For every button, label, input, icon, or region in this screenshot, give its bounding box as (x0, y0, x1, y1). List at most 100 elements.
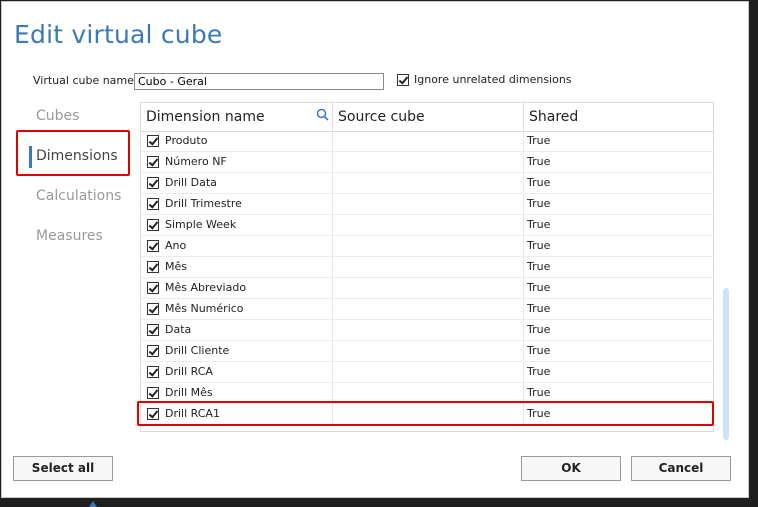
source-cube-cell (333, 194, 524, 214)
dimension-name-cell: Número NF (141, 152, 333, 172)
dimension-name: Drill Cliente (165, 344, 230, 357)
table-row[interactable]: Simple Week True (141, 215, 713, 236)
nav-item-calculations[interactable]: Calculations (36, 188, 121, 204)
grid-scrollbar[interactable] (723, 288, 729, 440)
source-cube-cell (333, 299, 524, 319)
source-cube-cell (333, 236, 524, 256)
dimensions-grid: Dimension name Source cube Shared Produt… (140, 102, 714, 432)
shared-cell: True (527, 323, 551, 336)
dimension-checkbox[interactable] (147, 156, 159, 168)
grid-body: Produto True Número NF True Drill Data True Dr… (141, 131, 713, 425)
dimension-checkbox[interactable] (147, 177, 159, 189)
search-icon[interactable] (316, 108, 329, 121)
table-row[interactable]: Drill Data True (141, 173, 713, 194)
ignore-unrelated-dimensions-option[interactable]: Ignore unrelated dimensions (397, 73, 572, 86)
dialog-title: Edit virtual cube (14, 20, 223, 49)
table-row[interactable]: Drill Trimestre True (141, 194, 713, 215)
dimension-checkbox[interactable] (147, 198, 159, 210)
dimension-checkbox[interactable] (147, 135, 159, 147)
source-cube-cell (333, 257, 524, 277)
dimension-checkbox[interactable] (147, 324, 159, 336)
shared-cell: True (527, 386, 551, 399)
table-row[interactable]: Drill RCA True (141, 362, 713, 383)
dimension-name: Ano (165, 239, 187, 252)
table-row[interactable]: Mês Abreviado True (141, 278, 713, 299)
dimension-name: Mês Numérico (165, 302, 244, 315)
dimension-checkbox[interactable] (147, 345, 159, 357)
shared-cell: True (527, 239, 551, 252)
source-cube-cell (333, 341, 524, 361)
shared-cell: True (527, 155, 551, 168)
dimension-name-cell: Simple Week (141, 215, 333, 235)
dimension-checkbox[interactable] (147, 303, 159, 315)
dimension-checkbox[interactable] (147, 261, 159, 273)
dimension-checkbox[interactable] (147, 219, 159, 231)
dimension-name: Data (165, 323, 192, 336)
background-app-icon (89, 501, 97, 507)
dimension-name: Drill Trimestre (165, 197, 242, 210)
select-all-button[interactable]: Select all (13, 456, 113, 481)
shared-cell: True (527, 176, 551, 189)
shared-cell: True (527, 302, 551, 315)
table-row[interactable]: Produto True (141, 131, 713, 152)
source-cube-cell (333, 152, 524, 172)
ignore-unrelated-checkbox[interactable] (397, 73, 409, 86)
grid-header: Dimension name Source cube Shared (141, 103, 713, 132)
source-cube-cell (333, 320, 524, 340)
source-cube-cell (333, 173, 524, 193)
dimension-name-cell: Mês Numérico (141, 299, 333, 319)
dimension-name-cell: Drill Mês (141, 383, 333, 403)
shared-cell: True (527, 344, 551, 357)
ignore-unrelated-label: Ignore unrelated dimensions (414, 73, 572, 86)
dimension-name: Simple Week (165, 218, 237, 231)
cancel-button[interactable]: Cancel (631, 456, 731, 481)
dimension-name: Drill Data (165, 176, 217, 189)
shared-cell: True (527, 365, 551, 378)
dimension-checkbox[interactable] (147, 240, 159, 252)
dimension-checkbox[interactable] (147, 366, 159, 378)
column-header-shared[interactable]: Shared (524, 103, 713, 131)
dimension-name-cell: Drill Trimestre (141, 194, 333, 214)
dimension-name-cell: Ano (141, 236, 333, 256)
dimension-name: Drill Mês (165, 386, 213, 399)
table-row[interactable]: Mês Numérico True (141, 299, 713, 320)
dimension-checkbox[interactable] (147, 387, 159, 399)
source-cube-cell (333, 383, 524, 403)
dimension-name: Mês (165, 260, 187, 273)
dimension-name: Drill RCA (165, 365, 213, 378)
dimension-checkbox[interactable] (147, 282, 159, 294)
dimension-name: Produto (165, 134, 208, 147)
dimension-name-cell: Produto (141, 131, 333, 151)
edit-virtual-cube-dialog: Edit virtual cube Virtual cube name Igno… (1, 1, 749, 498)
virtual-cube-name-label: Virtual cube name (33, 74, 134, 87)
source-cube-cell (333, 278, 524, 298)
column-header-dimension-name[interactable]: Dimension name (141, 103, 333, 131)
table-row[interactable]: Drill Cliente True (141, 341, 713, 362)
nav-item-measures[interactable]: Measures (36, 228, 103, 244)
dimension-name-cell: Mês Abreviado (141, 278, 333, 298)
dimension-name-cell: Drill Cliente (141, 341, 333, 361)
nav-item-cubes[interactable]: Cubes (36, 108, 79, 124)
column-header-source-cube[interactable]: Source cube (333, 103, 524, 131)
column-header-dimension-name-label: Dimension name (146, 109, 265, 125)
virtual-cube-name-input[interactable] (134, 73, 384, 90)
dimension-name-cell: Mês (141, 257, 333, 277)
source-cube-cell (333, 362, 524, 382)
background-strip (0, 499, 758, 507)
shared-cell: True (527, 197, 551, 210)
ok-button[interactable]: OK (521, 456, 621, 481)
dimension-name: Número NF (165, 155, 227, 168)
shared-cell: True (527, 260, 551, 273)
table-row[interactable]: Mês True (141, 257, 713, 278)
shared-cell: True (527, 281, 551, 294)
table-row[interactable]: Número NF True (141, 152, 713, 173)
dimensions-highlight-box (16, 130, 130, 176)
shared-cell: True (527, 134, 551, 147)
dimension-name-cell: Data (141, 320, 333, 340)
shared-cell: True (527, 218, 551, 231)
source-cube-cell (333, 215, 524, 235)
dimension-name-cell: Drill Data (141, 173, 333, 193)
table-row[interactable]: Ano True (141, 236, 713, 257)
table-row[interactable]: Data True (141, 320, 713, 341)
dimension-name-cell: Drill RCA (141, 362, 333, 382)
